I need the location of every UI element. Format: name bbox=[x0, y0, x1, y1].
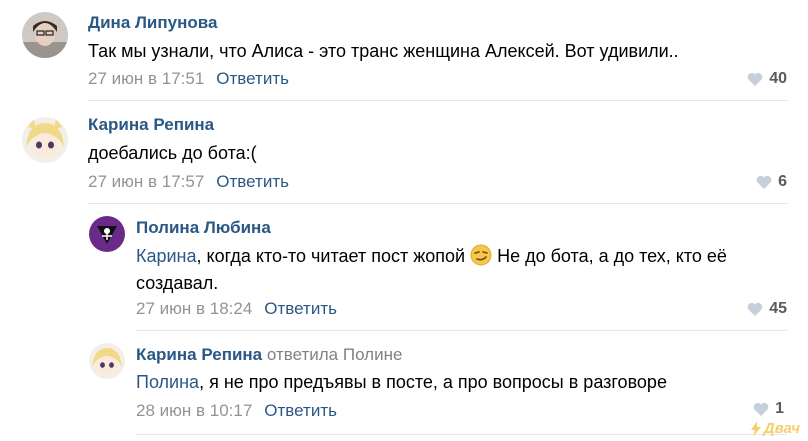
comment-author[interactable]: Полина Любина bbox=[136, 218, 271, 238]
like-count: 1 bbox=[775, 400, 784, 417]
reply-button[interactable]: Ответить bbox=[264, 401, 337, 420]
reply-to-label[interactable]: ответила Полине bbox=[267, 345, 403, 364]
comment-meta: 28 июн в 10:17 Ответить bbox=[136, 401, 337, 421]
comment-meta: 27 июн в 17:51 Ответить bbox=[88, 69, 289, 89]
author-link[interactable]: Карина Репина bbox=[136, 345, 262, 364]
comment-text: Карина, когда кто-то читает пост жопой Н… bbox=[136, 243, 796, 297]
comment-text: доебались до бота:( bbox=[88, 143, 257, 163]
like-count: 40 bbox=[769, 70, 787, 87]
reply-button[interactable]: Ответить bbox=[216, 69, 289, 88]
avatar[interactable] bbox=[89, 343, 125, 379]
comment-text-part: Не до бота, а до тех, кто её bbox=[492, 246, 727, 266]
mention-link[interactable]: Полина bbox=[136, 372, 199, 392]
avatar[interactable] bbox=[22, 12, 68, 58]
divider bbox=[136, 330, 787, 331]
like-count: 45 bbox=[769, 300, 787, 317]
heart-icon bbox=[747, 72, 763, 86]
comment-text-part: создавал. bbox=[136, 273, 219, 293]
comment-author: Карина Репина ответила Полине bbox=[136, 345, 402, 365]
mention-link[interactable]: Карина bbox=[136, 246, 197, 266]
like-button[interactable]: 40 bbox=[747, 70, 787, 88]
avatar[interactable] bbox=[89, 216, 125, 252]
comment-date[interactable]: 27 июн в 17:51 bbox=[88, 69, 204, 88]
comment-meta: 27 июн в 18:24 Ответить bbox=[136, 299, 337, 319]
divider bbox=[136, 434, 787, 435]
comment-date[interactable]: 27 июн в 17:57 bbox=[88, 172, 204, 191]
comment-text-part: , когда кто-то читает пост жопой bbox=[196, 246, 471, 266]
comment-author[interactable]: Карина Репина bbox=[88, 115, 214, 135]
like-button[interactable]: 1 bbox=[753, 400, 784, 418]
like-count: 6 bbox=[778, 173, 787, 190]
comment-date[interactable]: 28 июн в 10:17 bbox=[136, 401, 252, 420]
lightning-icon bbox=[750, 420, 761, 437]
comment-author[interactable]: Дина Липунова bbox=[88, 13, 217, 33]
reply-button[interactable]: Ответить bbox=[264, 299, 337, 318]
divider bbox=[88, 100, 787, 101]
comment-date[interactable]: 27 июн в 18:24 bbox=[136, 299, 252, 318]
comment-text: Так мы узнали, что Алиса - это транс жен… bbox=[88, 41, 679, 61]
heart-icon bbox=[756, 175, 772, 189]
comment-text: Полина, я не про предъявы в посте, а про… bbox=[136, 369, 667, 396]
comment-meta: 27 июн в 17:57 Ответить bbox=[88, 172, 289, 192]
reply-button[interactable]: Ответить bbox=[216, 172, 289, 191]
like-button[interactable]: 6 bbox=[756, 173, 787, 191]
divider bbox=[88, 203, 787, 204]
comment-text-part: , я не про предъявы в посте, а про вопро… bbox=[199, 372, 667, 392]
watermark: Двач bbox=[750, 420, 800, 437]
avatar[interactable] bbox=[22, 117, 68, 163]
heart-icon bbox=[753, 402, 769, 416]
heart-icon bbox=[747, 302, 763, 316]
watermark-text: Двач bbox=[763, 420, 800, 437]
like-button[interactable]: 45 bbox=[747, 300, 787, 318]
smirk-emoji-icon bbox=[470, 244, 492, 266]
